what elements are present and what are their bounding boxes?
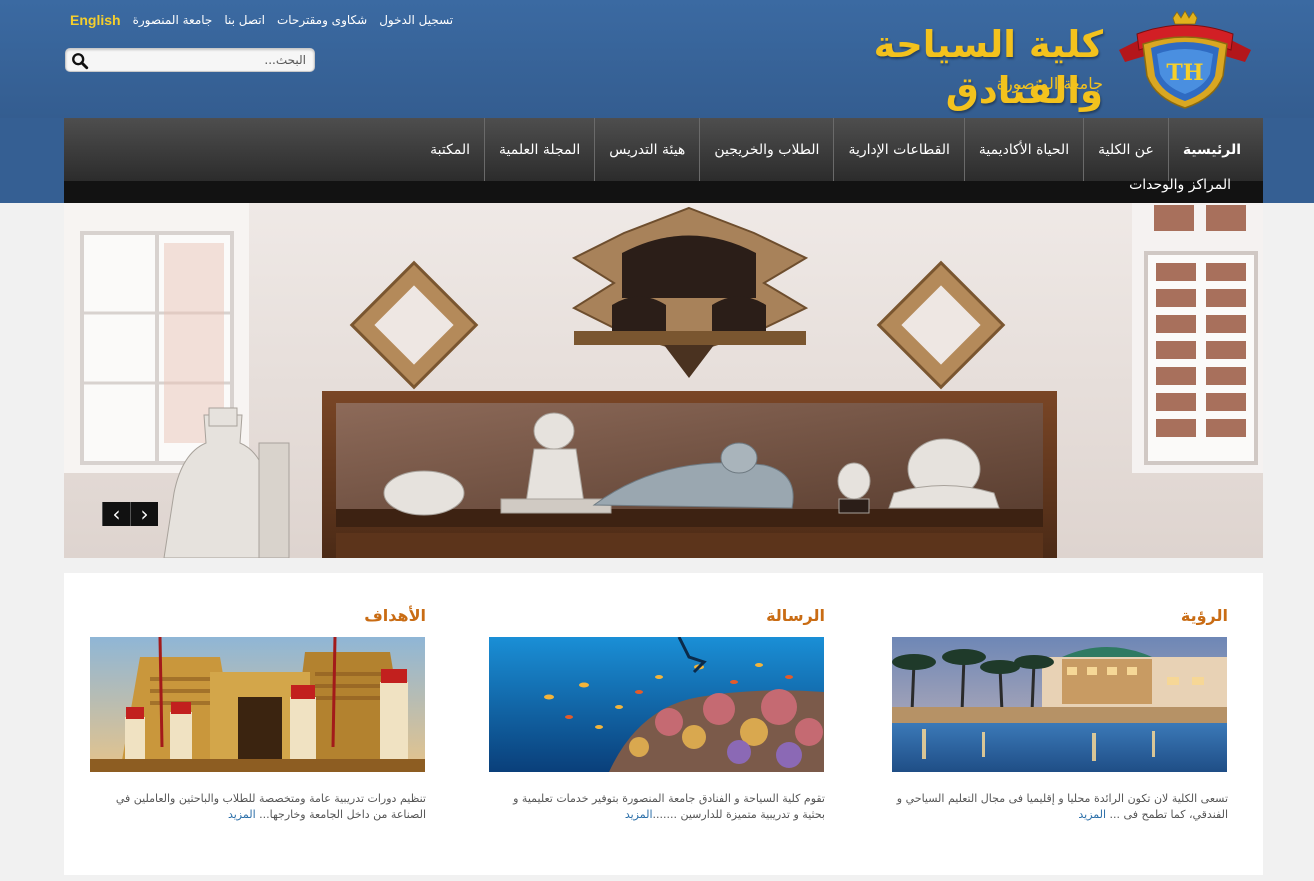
vision-more-link[interactable]: المزيد: [1078, 808, 1106, 821]
nav-centers-units[interactable]: المراكز والوحدات: [1129, 177, 1231, 193]
mission-title[interactable]: الرسالة: [766, 606, 825, 625]
nav-about[interactable]: عن الكلية: [1083, 118, 1168, 181]
goals-text: تنظيم دورات تدريبية عامة ومتخصصة للطلاب …: [90, 791, 426, 823]
nav-academic-life[interactable]: الحياة الأكاديمية: [963, 118, 1083, 181]
slider-next-button[interactable]: ›: [130, 502, 158, 526]
search-box: [65, 48, 315, 72]
svg-text:TH: TH: [1166, 60, 1203, 86]
coral-reef-image[interactable]: [489, 637, 824, 772]
sub-nav: المراكز والوحدات: [64, 177, 1263, 203]
nav-library[interactable]: المكتبة: [416, 118, 484, 181]
intro-sections: الرؤية تسعى الكلية لان تكون الرائدة محلي…: [64, 573, 1263, 875]
vision-description: تسعى الكلية لان تكون الرائدة محليا و إقل…: [896, 792, 1228, 821]
mission-more-link[interactable]: المزيد: [625, 808, 653, 821]
chevron-left-icon: ‹: [112, 502, 121, 526]
top-links: تسجيل الدخول شكاوى ومقترحات اتصل بنا جام…: [70, 12, 453, 28]
mission-text: تقوم كلية السياحة و الفنادق جامعة المنصو…: [489, 791, 825, 823]
resort-pool-image[interactable]: [892, 637, 1227, 772]
chevron-right-icon: ›: [140, 502, 149, 526]
goals-more-link[interactable]: المزيد: [228, 808, 256, 821]
contact-link[interactable]: اتصل بنا: [224, 13, 265, 27]
nav-journal[interactable]: المجلة العلمية: [484, 118, 594, 181]
english-link[interactable]: English: [70, 12, 121, 28]
goals-title[interactable]: الأهداف: [364, 606, 426, 625]
login-link[interactable]: تسجيل الدخول: [379, 13, 453, 27]
vision-text: تسعى الكلية لان تكون الرائدة محليا و إقل…: [892, 791, 1228, 823]
faculty-name[interactable]: كلية السياحة والفنادق: [718, 22, 1103, 114]
university-name: جامعة المنصورة: [996, 74, 1103, 93]
search-icon[interactable]: [71, 52, 89, 70]
mission-description: تقوم كلية السياحة و الفنادق جامعة المنصو…: [513, 792, 825, 821]
nav-students-graduates[interactable]: الطلاب والخريجين: [699, 118, 833, 181]
slider-prev-button[interactable]: ‹: [102, 502, 130, 526]
university-link[interactable]: جامعة المنصورة: [133, 13, 213, 27]
nav-faculty-staff[interactable]: هيئة التدريس: [594, 118, 699, 181]
goals-description: تنظيم دورات تدريبية عامة ومتخصصة للطلاب …: [115, 792, 426, 821]
vision-title[interactable]: الرؤية: [1181, 606, 1228, 625]
faculty-emblem-icon[interactable]: TH: [1115, 10, 1255, 110]
pharaonic-temple-image[interactable]: [90, 637, 425, 772]
slider-controls: ‹ ›: [102, 502, 158, 526]
search-input[interactable]: [94, 51, 306, 69]
nav-administrative[interactable]: القطاعات الإدارية: [833, 118, 963, 181]
museum-photo: [64, 203, 1263, 558]
main-nav: الرئيسية عن الكلية الحياة الأكاديمية الق…: [64, 118, 1263, 181]
complaints-link[interactable]: شكاوى ومقترحات: [277, 13, 367, 27]
hero-slider: [64, 203, 1263, 558]
nav-home[interactable]: الرئيسية: [1167, 118, 1255, 181]
